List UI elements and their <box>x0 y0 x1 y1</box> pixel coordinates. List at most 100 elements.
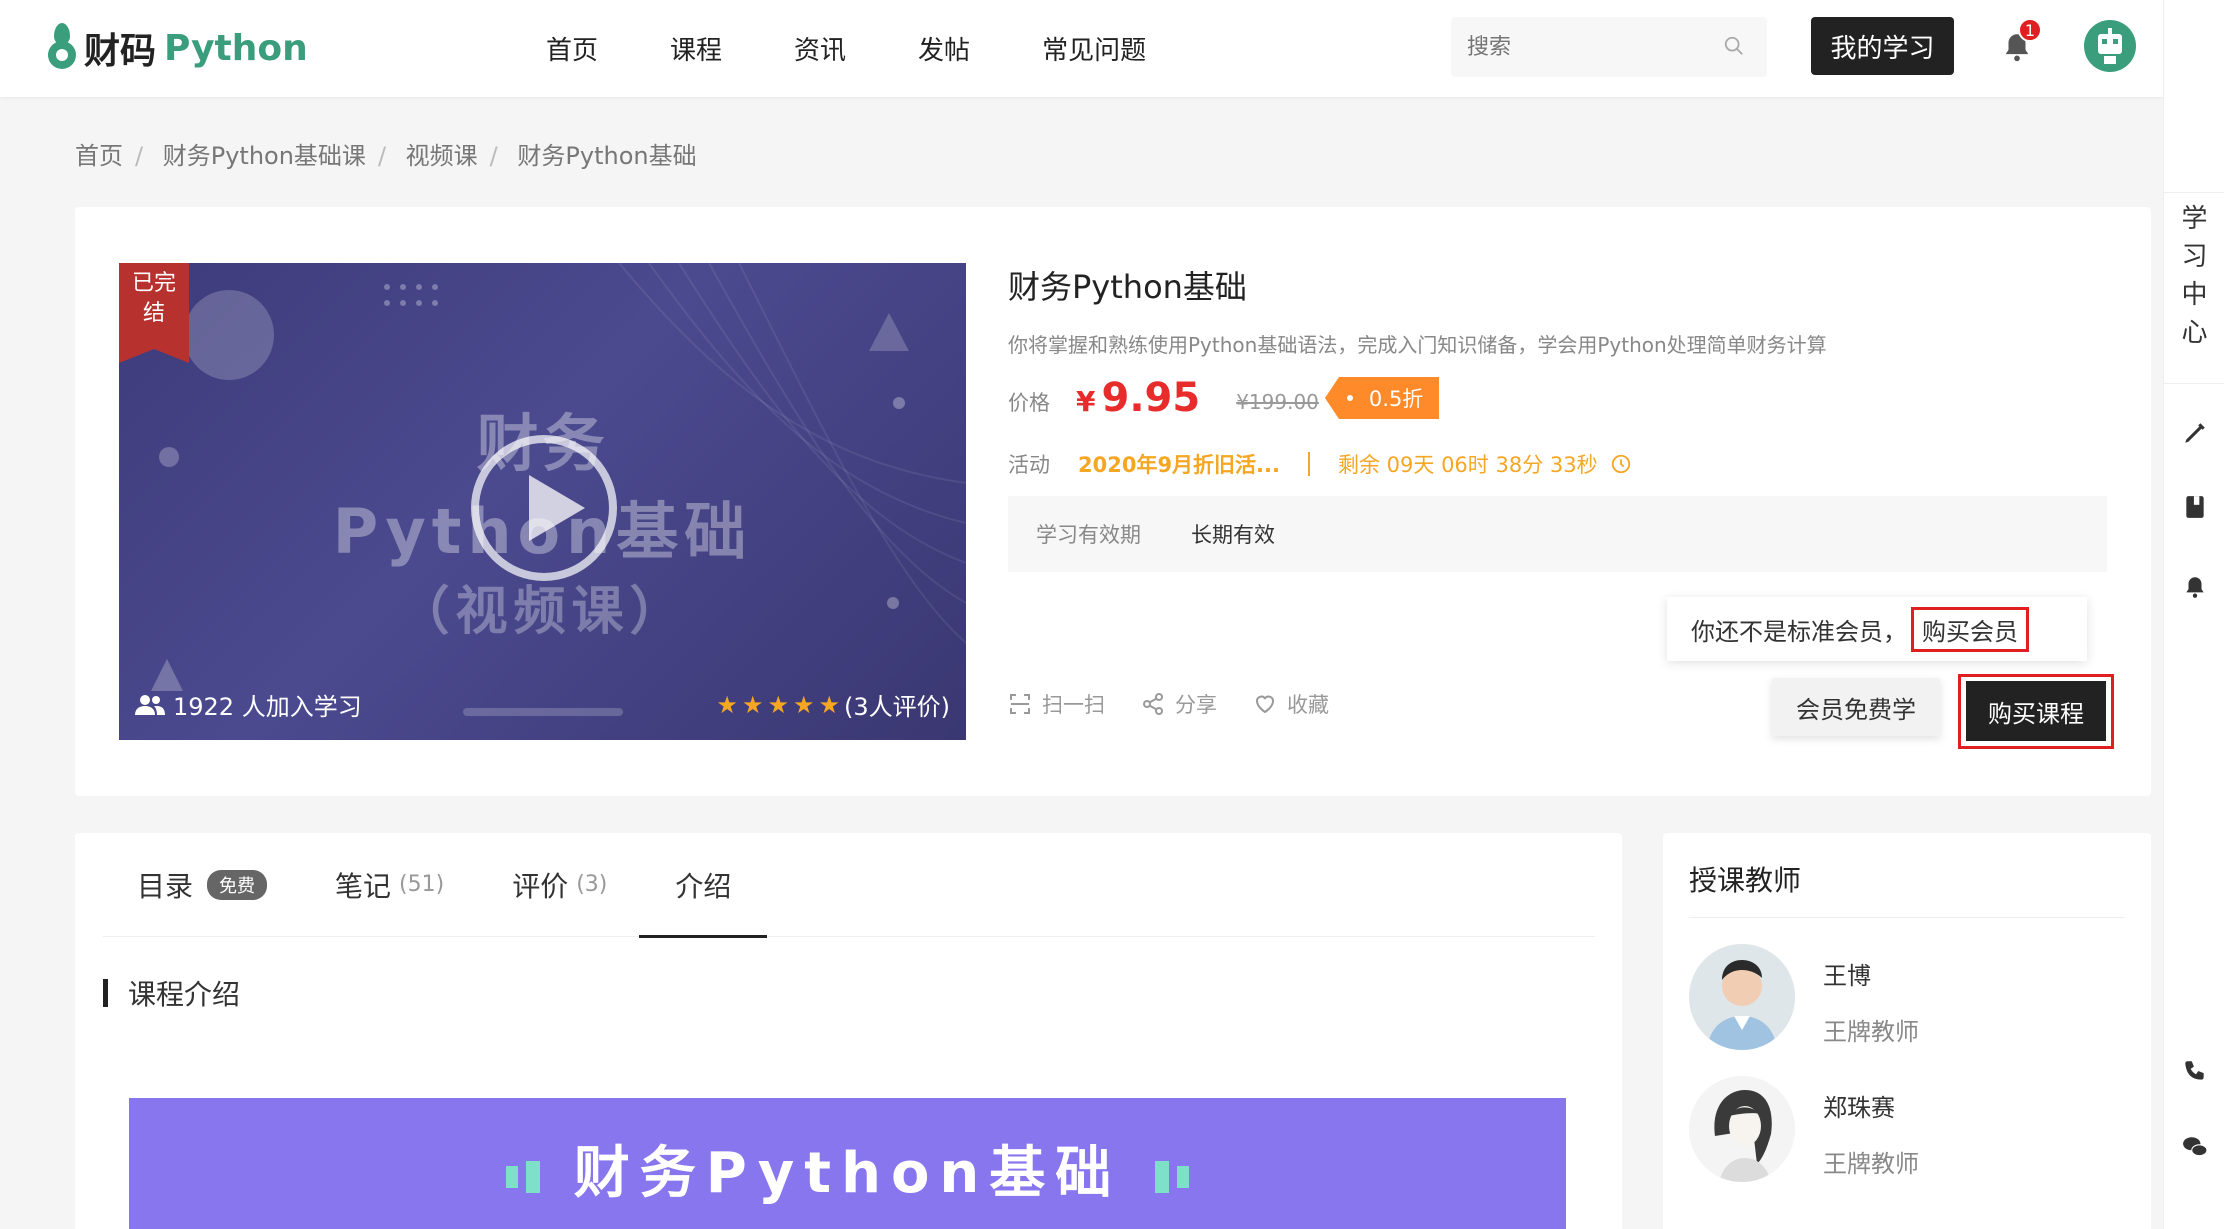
activity-countdown: 剩余 09天 06时 38分 33秒 <box>1338 453 1598 477</box>
course-title: 财务Python基础 <box>1008 268 1247 306</box>
share-action[interactable]: 分享 <box>1141 689 1217 719</box>
main-nav: 首页 课程 资讯 发帖 常见问题 <box>546 30 1218 67</box>
teachers-card: 授课教师 王博 王牌教师 郑珠赛 王牌教师 <box>1663 833 2151 1229</box>
share-icon <box>1143 693 1163 715</box>
notebook-icon[interactable] <box>2182 494 2208 520</box>
buy-course-button[interactable]: 购买课程 <box>1966 681 2106 741</box>
top-header: 财码 Python 首页 课程 资讯 发帖 常见问题 我的学习 1 <box>0 0 2163 97</box>
validity-label: 学习有效期 <box>1036 523 1141 547</box>
people-icon <box>135 694 165 715</box>
teacher-name: 郑珠赛 <box>1823 1094 1895 1122</box>
course-rating: ★ ★ ★ ★ ★ (3人评价) <box>716 687 950 722</box>
original-price: ¥199.00 <box>1236 390 1319 414</box>
member-free-learn-button[interactable]: 会员免费学 <box>1772 678 1940 736</box>
breadcrumb-item-home[interactable]: 首页 <box>75 142 123 170</box>
logo-text-en: Python <box>164 27 308 69</box>
learner-count-text: 1922 人加入学习 <box>173 693 362 721</box>
search-box <box>1451 17 1767 77</box>
logo-mark-icon <box>46 23 78 73</box>
course-detail-card: 目录 免费 笔记 (51) 评价 (3) 介绍 课程介绍 财务Python基础 <box>75 833 1622 1229</box>
nav-item-courses[interactable]: 课程 <box>670 30 722 67</box>
search-icon[interactable] <box>1723 35 1745 57</box>
teacher-photo-male <box>1689 944 1795 1050</box>
course-description: 你将掌握和熟练使用Python基础语法，完成入门知识储备，学会用Python处理… <box>1008 333 1827 357</box>
pencil-icon[interactable] <box>2182 420 2208 446</box>
my-study-button[interactable]: 我的学习 <box>1811 17 1954 75</box>
nav-item-post[interactable]: 发帖 <box>918 30 970 67</box>
heart-icon <box>1255 695 1275 714</box>
course-info-card: 已完结 财务 Python基础 （视频课） 1922 人加入学习 ★ ★ ★ ★ ★ (… <box>75 207 2151 796</box>
user-avatar[interactable] <box>2084 20 2136 72</box>
notification-badge: 1 <box>2018 18 2042 42</box>
wechat-icon[interactable] <box>2182 1134 2208 1160</box>
activity-row: 活动 2020年9月折旧活... 剩余 09天 06时 38分 33秒 <box>1008 449 1632 479</box>
price-label: 价格 <box>1008 391 1050 415</box>
play-icon[interactable] <box>471 435 617 581</box>
learning-center-link[interactable]: 学习中心 <box>2164 200 2224 352</box>
tab-intro[interactable]: 介绍 <box>639 833 768 938</box>
phone-icon[interactable] <box>2182 1058 2208 1084</box>
logo-text-cn: 财码 <box>84 31 157 72</box>
member-tip-popover: 你还不是标准会员， 购买会员 <box>1667 597 2087 661</box>
star-icon: ★ <box>741 690 764 719</box>
star-icon: ★ <box>716 690 738 719</box>
nav-item-news[interactable]: 资讯 <box>794 30 846 67</box>
favorite-action[interactable]: 收藏 <box>1253 689 1329 719</box>
current-price: ¥9.95 <box>1076 375 1201 421</box>
tab-catalog[interactable]: 目录 免费 <box>137 833 268 937</box>
rating-count: (3人评价) <box>844 693 950 721</box>
teacher-item[interactable]: 郑珠赛 王牌教师 <box>1689 1076 2125 1186</box>
scan-action[interactable]: 扫一扫 <box>1008 689 1105 719</box>
nav-item-home[interactable]: 首页 <box>546 30 598 67</box>
learning-center-label: 学习中心 <box>2181 204 2208 348</box>
right-tool-rail: 学习中心 <box>2163 0 2224 1229</box>
teacher-role: 王牌教师 <box>1823 1018 1919 1046</box>
teacher-name: 王博 <box>1823 962 1871 990</box>
banner-text: 财务Python基础 <box>129 1128 1566 1209</box>
star-icon: ★ <box>792 690 815 719</box>
section-title: 课程介绍 <box>103 973 240 1013</box>
rail-divider <box>2164 383 2224 384</box>
teacher-photo-female <box>1689 1076 1795 1182</box>
validity-box: 学习有效期 长期有效 <box>1008 496 2107 572</box>
star-icon: ★ <box>767 690 789 719</box>
detail-tabs: 目录 免费 笔记 (51) 评价 (3) 介绍 <box>103 833 1595 938</box>
site-logo[interactable]: 财码 Python <box>46 22 308 74</box>
rail-divider <box>2164 192 2224 193</box>
star-icon: ★ <box>818 690 840 719</box>
intro-banner-image: 财务Python基础 <box>129 1098 1566 1229</box>
learner-count: 1922 人加入学习 <box>135 687 362 722</box>
clock-icon <box>1611 454 1630 474</box>
completed-ribbon: 已完结 <box>119 263 189 363</box>
nav-item-faq[interactable]: 常见问题 <box>1042 30 1146 67</box>
notes-count: (51) <box>399 872 445 897</box>
teacher-avatar[interactable] <box>1689 944 1795 1050</box>
teacher-avatar[interactable] <box>1689 1076 1795 1182</box>
breadcrumb: 首页 / 财务Python基础课 / 视频课 / 财务Python基础 <box>75 142 697 170</box>
tab-reviews[interactable]: 评价 (3) <box>512 833 607 937</box>
breadcrumb-item-course-series[interactable]: 财务Python基础课 <box>163 142 366 170</box>
course-actions: 扫一扫 分享 收藏 <box>1008 689 1365 719</box>
member-tip-text: 你还不是标准会员， <box>1691 617 1907 646</box>
validity-value: 长期有效 <box>1191 523 1275 547</box>
rating-stars: ★ ★ ★ ★ ★ <box>716 691 844 719</box>
discount-tag: 0.5折 <box>1324 377 1440 419</box>
activity-divider <box>1308 452 1310 476</box>
free-badge: 免费 <box>207 869 268 900</box>
teachers-title: 授课教师 <box>1689 864 1802 897</box>
price-row: 价格 ¥9.95 ¥199.00 0.5折 <box>1008 375 1440 421</box>
teacher-role: 王牌教师 <box>1823 1150 1919 1178</box>
teacher-item[interactable]: 王博 王牌教师 <box>1689 944 2125 1054</box>
activity-label: 活动 <box>1008 453 1050 477</box>
tab-notes[interactable]: 笔记 (51) <box>335 833 444 937</box>
scan-icon <box>1010 694 1030 714</box>
breadcrumb-item-current: 财务Python基础 <box>517 142 697 170</box>
search-input[interactable] <box>1451 17 1711 77</box>
breadcrumb-item-video-course[interactable]: 视频课 <box>406 142 478 170</box>
teachers-divider <box>1689 917 2125 918</box>
course-cover-video[interactable]: 已完结 财务 Python基础 （视频课） 1922 人加入学习 ★ ★ ★ ★ ★ (… <box>119 263 966 740</box>
robot-avatar-icon <box>2098 28 2122 64</box>
bell-icon[interactable] <box>2182 574 2208 600</box>
buy-membership-link[interactable]: 购买会员 <box>1911 606 2029 652</box>
activity-name[interactable]: 2020年9月折旧活... <box>1078 449 1280 479</box>
